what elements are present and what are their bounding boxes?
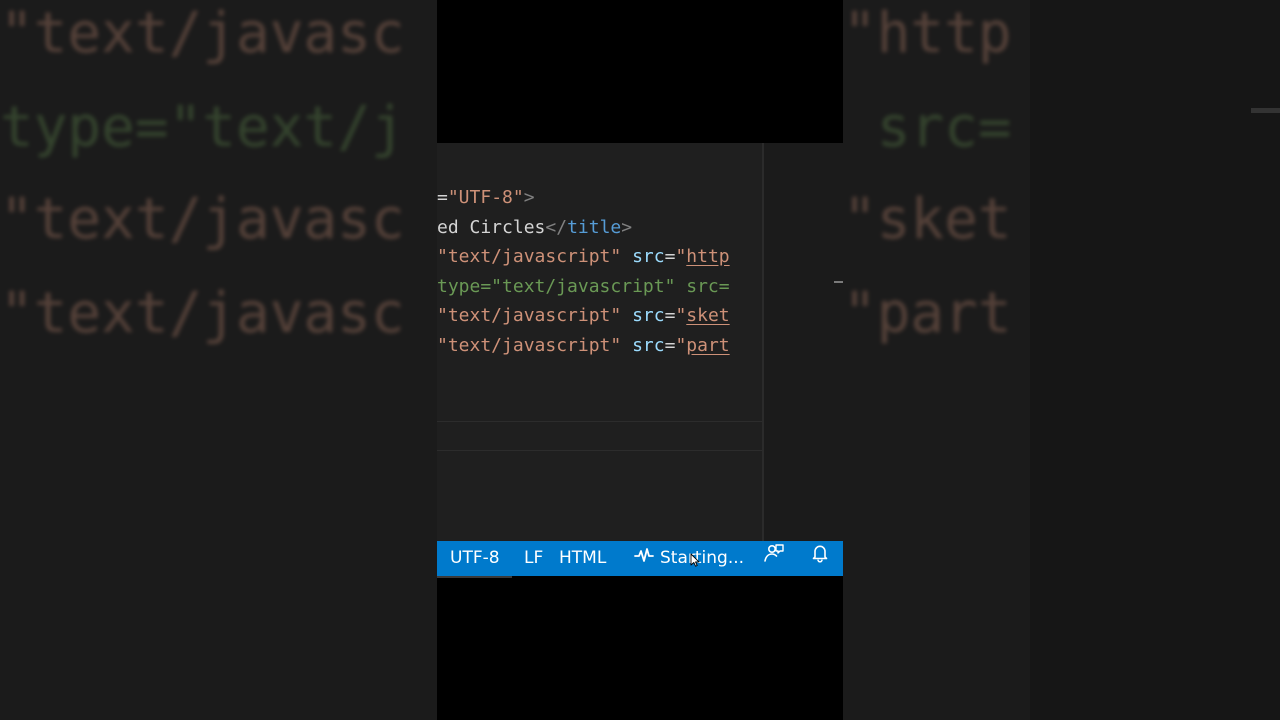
code-token: part	[686, 335, 730, 356]
code-token: type="text/javascript" src=	[437, 275, 730, 297]
background-code-line: "part	[843, 281, 1012, 346]
background-code-line: "text/javasc	[0, 1, 405, 66]
code-line[interactable]: ed Circles</title>	[437, 213, 632, 243]
code-token: >	[621, 216, 633, 238]
code-token: src	[621, 246, 665, 268]
status-bar: UTF-8 LF HTML Starting...	[437, 541, 843, 576]
bell-icon	[810, 541, 830, 576]
status-bar-accent	[437, 576, 512, 578]
code-token: "text/javascript"	[437, 246, 622, 268]
code-token: =	[664, 246, 676, 268]
code-token: ed Circles	[437, 216, 546, 238]
background-code-line: "http	[843, 1, 1012, 66]
background-code-line: "text/javasc	[0, 187, 405, 252]
background-code-line: src=	[843, 95, 1012, 160]
background-code-line: "text/javasc	[0, 281, 405, 346]
code-token: src	[621, 335, 665, 356]
background-left-blur: "text/javasc type="text/j "text/javasc "tex…	[0, 0, 437, 720]
code-token: =	[664, 305, 676, 327]
code-token: title	[567, 216, 622, 238]
code-token: http	[686, 246, 730, 268]
code-token: "text/javascript"	[437, 305, 622, 327]
status-notifications-button[interactable]	[810, 541, 830, 576]
status-language-mode[interactable]: HTML	[559, 541, 606, 576]
code-token: =	[437, 187, 448, 208]
code-token: "text/javascript"	[437, 335, 622, 356]
mouse-cursor-icon	[690, 552, 700, 567]
code-token: >	[523, 187, 535, 208]
code-token: "UTF-8"	[447, 187, 524, 208]
code-token: src	[621, 305, 665, 327]
code-editor[interactable]: ="UTF-8"> ed Circles</title> "text/javascr…	[437, 143, 843, 541]
background-minimap	[1030, 0, 1280, 720]
code-token: "	[675, 335, 687, 356]
pulse-icon	[634, 541, 654, 576]
code-token: sket	[686, 305, 730, 327]
code-token: =	[664, 335, 676, 356]
status-feedback-button[interactable]	[763, 541, 785, 576]
code-area[interactable]: ="UTF-8"> ed Circles</title> "text/javascr…	[437, 143, 762, 541]
code-line[interactable]: ="UTF-8">	[437, 183, 535, 213]
code-line[interactable]: type="text/javascript" src=	[437, 272, 730, 302]
code-token: "	[675, 246, 687, 268]
background-scroll-marker	[1251, 108, 1280, 113]
status-end-of-line[interactable]: LF	[524, 541, 543, 576]
current-line-highlight	[437, 421, 762, 451]
code-line[interactable]: "text/javascript" src="http	[437, 242, 730, 272]
background-code-line: "sket	[843, 187, 1012, 252]
code-line[interactable]: "text/javascript" src="part	[437, 331, 730, 361]
background-code-line: type="text/j	[0, 95, 405, 160]
minimap[interactable]	[762, 143, 843, 541]
feedback-icon	[763, 541, 785, 576]
minimap-scroll-marker	[834, 281, 843, 283]
status-encoding[interactable]: UTF-8	[450, 541, 500, 576]
code-token: </	[545, 216, 568, 238]
code-line[interactable]: "text/javascript" src="sket	[437, 301, 730, 331]
live-server-label: Starting...	[660, 548, 745, 568]
code-token: "	[675, 305, 687, 327]
background-right-blur: "http src= "sket "part	[843, 0, 1280, 720]
